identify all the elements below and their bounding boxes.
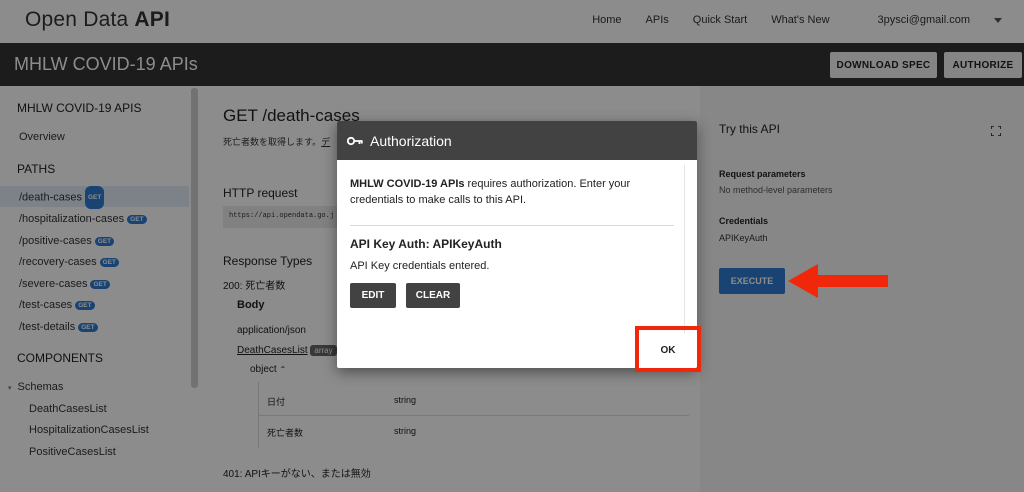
dialog-divider [350,225,674,226]
auth-scheme-title: API Key Auth: APIKeyAuth [350,237,502,251]
arrow-icon [786,262,890,305]
dialog-intro: MHLW COVID-19 APIs requires authorizatio… [350,178,631,206]
dialog-header: Authorization [337,121,697,160]
dialog-scrollbar[interactable] [684,165,685,345]
highlight-box [635,326,701,372]
dialog-title: Authorization [370,132,452,149]
edit-button[interactable]: EDIT [350,283,396,308]
key-icon [347,136,363,146]
clear-button[interactable]: CLEAR [406,283,460,308]
auth-status: API Key credentials entered. [350,260,490,272]
